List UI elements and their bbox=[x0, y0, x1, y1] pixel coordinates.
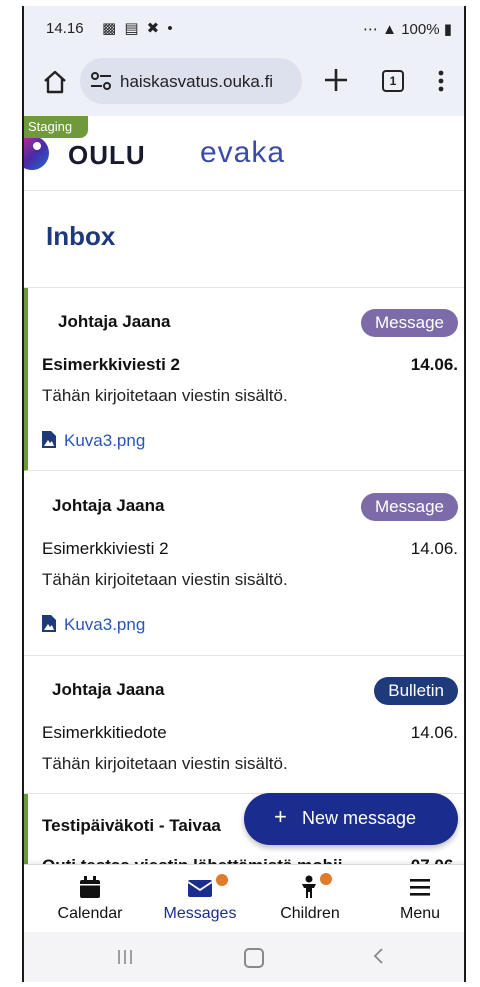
hamburger-icon bbox=[410, 879, 430, 896]
thread-sender: Testipäiväkoti - Taivaa bbox=[42, 816, 221, 835]
thread-preview: Tähän kirjoitetaan viestin sisältö. bbox=[42, 386, 288, 405]
nav-messages[interactable]: Messages bbox=[150, 865, 250, 933]
inbox-header: Inbox bbox=[22, 191, 466, 288]
city-logo-text[interactable]: OULU bbox=[68, 140, 146, 171]
browser-toolbar: haiskasvatus.ouka.fi 1 bbox=[22, 46, 466, 116]
attachment-name: Kuva3.png bbox=[64, 431, 146, 450]
app-logo-text[interactable]: evaka bbox=[200, 136, 285, 170]
thread-sender: Johtaja Jaana bbox=[52, 680, 165, 699]
thread-sender: Johtaja Jaana bbox=[52, 496, 165, 515]
attachment-link[interactable]: Kuva3.png bbox=[42, 615, 145, 635]
staging-tag: Staging bbox=[22, 116, 88, 138]
app-header: Staging OULU evaka bbox=[22, 116, 466, 191]
home-icon[interactable] bbox=[42, 69, 68, 95]
type-badge: Message bbox=[361, 493, 458, 521]
frame-edge bbox=[464, 6, 466, 982]
attachment-link[interactable]: Kuva3.png bbox=[42, 431, 145, 451]
thread-title: Esimerkkiviesti 2 bbox=[42, 355, 180, 374]
type-badge: Bulletin bbox=[374, 677, 458, 705]
message-thread[interactable]: Johtaja Jaana Message Esimerkkiviesti 2 … bbox=[22, 288, 466, 471]
plus-icon: + bbox=[274, 804, 287, 829]
status-right: ⋯ ▲ 100% ▮ bbox=[363, 20, 452, 38]
nav-calendar-label: Calendar bbox=[57, 905, 123, 922]
more-options-icon[interactable] bbox=[438, 70, 444, 92]
bottom-navigation: Calendar Messages Children Menu bbox=[22, 864, 466, 933]
nav-children[interactable]: Children bbox=[260, 865, 360, 933]
thread-date: 14.06. bbox=[410, 539, 458, 558]
nav-menu[interactable]: Menu bbox=[370, 865, 466, 933]
signal-icon: ⋯ ▲ bbox=[363, 21, 398, 38]
new-message-button[interactable]: + New message bbox=[244, 793, 458, 845]
thread-sender: Johtaja Jaana bbox=[58, 312, 171, 331]
thread-preview: Tähän kirjoitetaan viestin sisältö. bbox=[42, 754, 288, 773]
nav-menu-label: Menu bbox=[399, 905, 441, 922]
new-tab-icon[interactable] bbox=[322, 66, 350, 94]
nav-children-label: Children bbox=[280, 905, 340, 922]
status-time: 14.16 bbox=[46, 20, 84, 37]
thread-date: 14.06. bbox=[410, 355, 458, 374]
battery-level: 100% bbox=[401, 21, 440, 38]
new-message-label: New message bbox=[302, 808, 417, 828]
message-thread[interactable]: Johtaja Jaana Message Esimerkkiviesti 2 … bbox=[22, 472, 466, 656]
page-title: Inbox bbox=[46, 221, 116, 251]
message-thread[interactable]: Johtaja Jaana Bulletin Esimerkkitiedote … bbox=[22, 656, 466, 794]
nav-messages-label: Messages bbox=[163, 905, 237, 922]
attachment-name: Kuva3.png bbox=[64, 615, 146, 634]
status-bar: 14.16 ▩ ▤ ✖ • ⋯ ▲ 100% ▮ bbox=[22, 6, 466, 46]
calendar-icon bbox=[80, 876, 100, 898]
thread-title: Esimerkkiviesti 2 bbox=[42, 539, 169, 558]
thread-preview: Tähän kirjoitetaan viestin sisältö. bbox=[42, 570, 288, 589]
nav-calendar[interactable]: Calendar bbox=[40, 865, 140, 933]
battery-icon: ▮ bbox=[443, 21, 452, 38]
thread-title: Esimerkkitiedote bbox=[42, 723, 167, 742]
frame-edge bbox=[22, 6, 24, 982]
recent-apps-icon[interactable] bbox=[116, 948, 134, 966]
oulu-logo-icon bbox=[22, 136, 49, 170]
thread-date: 14.06. bbox=[410, 723, 458, 742]
notification-icons: ▩ ▤ ✖ • bbox=[102, 20, 175, 37]
image-file-icon bbox=[42, 431, 56, 448]
address-bar[interactable]: haiskasvatus.ouka.fi bbox=[80, 58, 302, 104]
url-text: haiskasvatus.ouka.fi bbox=[120, 72, 274, 91]
notification-dot bbox=[216, 874, 228, 886]
type-badge: Message bbox=[361, 309, 458, 337]
notification-dot bbox=[320, 873, 332, 885]
envelope-icon bbox=[187, 880, 213, 897]
site-settings-icon[interactable] bbox=[90, 71, 112, 91]
system-navigation-bar bbox=[22, 932, 466, 982]
phone-screen: 14.16 ▩ ▤ ✖ • ⋯ ▲ 100% ▮ haiskasvatus.ou… bbox=[22, 6, 466, 982]
back-icon[interactable] bbox=[372, 947, 384, 965]
image-file-icon bbox=[42, 615, 56, 632]
home-button-icon[interactable] bbox=[244, 948, 264, 968]
tab-switcher-button[interactable]: 1 bbox=[382, 70, 404, 92]
